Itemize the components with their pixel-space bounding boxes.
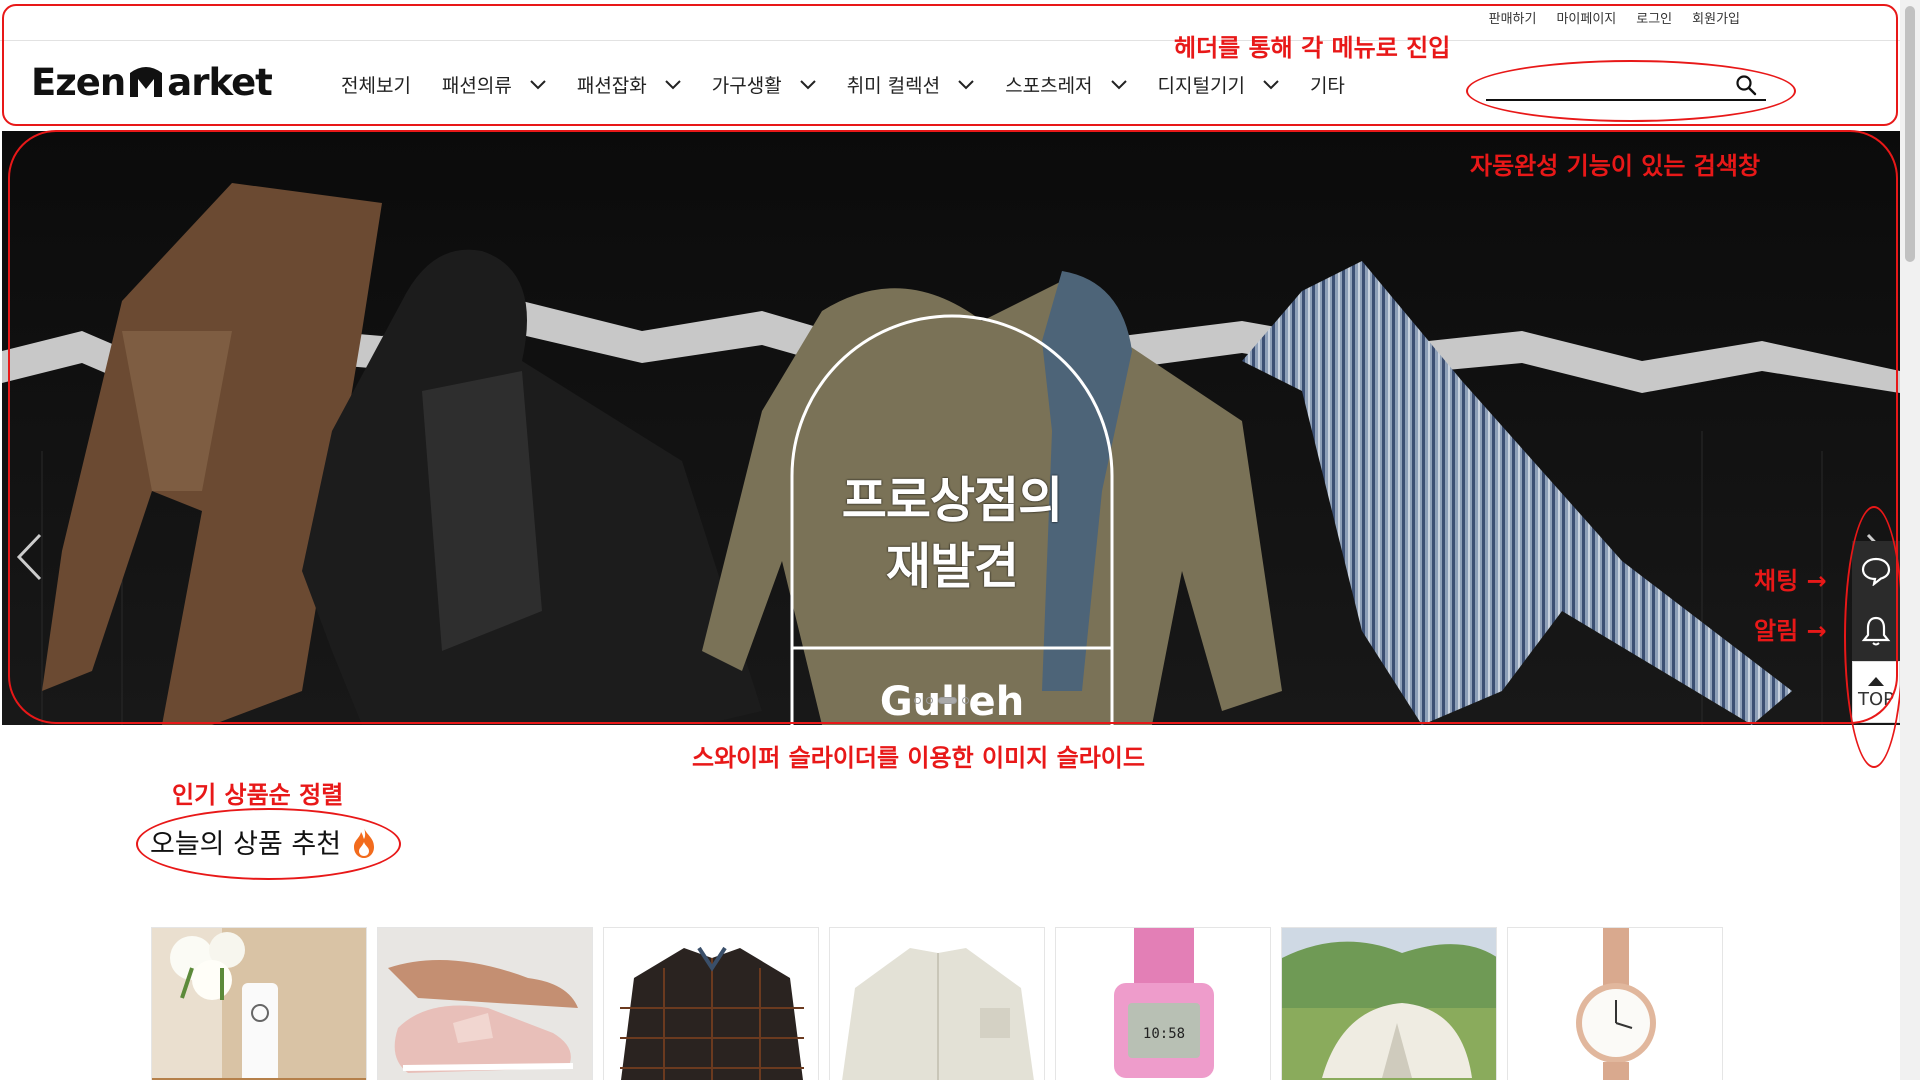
hero-slider[interactable]: 프로상점의 재발견 Gulleh [2,131,1900,725]
utility-links: 판매하기 마이페이지 로그인 회원가입 [1489,8,1740,27]
product-card[interactable] [1507,927,1723,1080]
main-nav: 전체보기 패션의류 패션잡화 가구생활 취미 컬렉션 스포츠레저 디지털기기 기… [341,71,1376,98]
pagination-dot[interactable] [914,697,921,704]
mypage-link[interactable]: 마이페이지 [1556,8,1616,27]
nav-item-all[interactable]: 전체보기 [341,71,411,98]
nav-label: 전체보기 [341,75,411,97]
chevron-down-icon [799,79,816,89]
chevron-down-icon [1263,79,1279,89]
site-logo[interactable]: Ezen arket [31,61,273,104]
nav-item-sports[interactable]: 스포츠레저 [1005,71,1127,98]
product-image-rose-gold-watch [1508,928,1722,1080]
scrollbar-thumb[interactable] [1905,6,1915,262]
top-label: TOP [1857,688,1895,710]
svg-text:10:58: 10:58 [1143,1026,1185,1042]
product-image-ivory-jacket [830,928,1044,1080]
signup-link[interactable]: 회원가입 [1692,8,1740,27]
logo-m-icon [130,66,163,97]
banner-title-line1: 프로상점의 [841,472,1063,529]
slider-pagination [914,697,969,704]
product-card[interactable]: 10:58 [1055,927,1271,1080]
product-image-plaid-shirt [604,928,818,1080]
nav-item-furniture[interactable]: 가구생활 [712,71,816,98]
utility-bar: 판매하기 마이페이지 로그인 회원가입 [0,0,1900,41]
login-link[interactable]: 로그인 [1636,8,1672,27]
nav-item-digital[interactable]: 디지털기기 [1158,71,1279,98]
slider-prev-icon[interactable] [14,531,44,583]
chevron-down-icon [1110,79,1127,89]
annotation-slider-label: 스와이퍼 슬라이더를 이용한 이미지 슬라이드 [692,744,1145,772]
chevron-down-icon [958,79,974,89]
chevron-down-icon [530,79,546,89]
chat-button[interactable] [1852,541,1900,601]
nav-item-hobby[interactable]: 취미 컬렉션 [847,71,974,98]
nav-label: 기타 [1309,75,1345,97]
product-card[interactable] [377,927,593,1080]
page-scrollbar[interactable] [1900,0,1920,1080]
pagination-dot[interactable] [962,697,969,704]
nav-label: 취미 컬렉션 [846,75,941,97]
product-card[interactable] [151,927,367,1080]
nav-label: 패션의류 [441,75,512,97]
logo-text-left: Ezen [31,61,126,104]
triangle-up-icon [1868,676,1884,686]
nav-label: 디지털기기 [1157,75,1245,97]
pagination-dot-active[interactable] [938,697,957,704]
alarm-button[interactable] [1852,601,1900,661]
section-title: 오늘의 상품 추천 [150,822,379,861]
nav-label: 패션잡화 [576,75,647,97]
site-header: Ezen arket 전체보기 패션의류 패션잡화 가구생활 취미 컬렉션 스포… [0,41,1900,125]
product-image-flower-spray [152,928,366,1080]
product-card[interactable] [603,927,819,1080]
nav-item-fashion-clothing[interactable]: 패션의류 [442,71,546,98]
product-image-tent [1282,928,1496,1080]
fire-icon [354,826,375,858]
banner-image [2,131,1900,725]
section-title-text: 오늘의 상품 추천 [150,829,342,860]
nav-item-etc[interactable]: 기타 [1310,71,1345,98]
product-image-pink-sneakers [378,928,592,1080]
product-image-pink-watch: 10:58 [1056,928,1270,1080]
product-list: 10:58 [151,927,1723,1080]
search-input[interactable] [1486,71,1726,97]
nav-item-fashion-accessories[interactable]: 패션잡화 [577,71,681,98]
product-card[interactable] [829,927,1045,1080]
search-icon[interactable] [1734,73,1758,97]
pagination-dot[interactable] [926,697,933,704]
bell-icon [1861,616,1891,646]
nav-label: 스포츠레저 [1005,75,1093,97]
scroll-top-button[interactable]: TOP [1852,661,1900,723]
sell-link[interactable]: 판매하기 [1489,8,1537,27]
banner-title: 프로상점의 재발견 [812,468,1092,600]
product-card[interactable] [1281,927,1497,1080]
nav-label: 가구생활 [711,75,782,97]
chat-bubble-icon [1861,557,1891,586]
search-box [1486,71,1766,101]
banner-title-line2: 재발견 [885,538,1019,595]
logo-text-right: arket [167,61,273,104]
annotation-sort-label: 인기 상품순 정렬 [172,781,344,809]
floating-widget: TOP [1852,541,1900,723]
chevron-down-icon [665,79,681,89]
